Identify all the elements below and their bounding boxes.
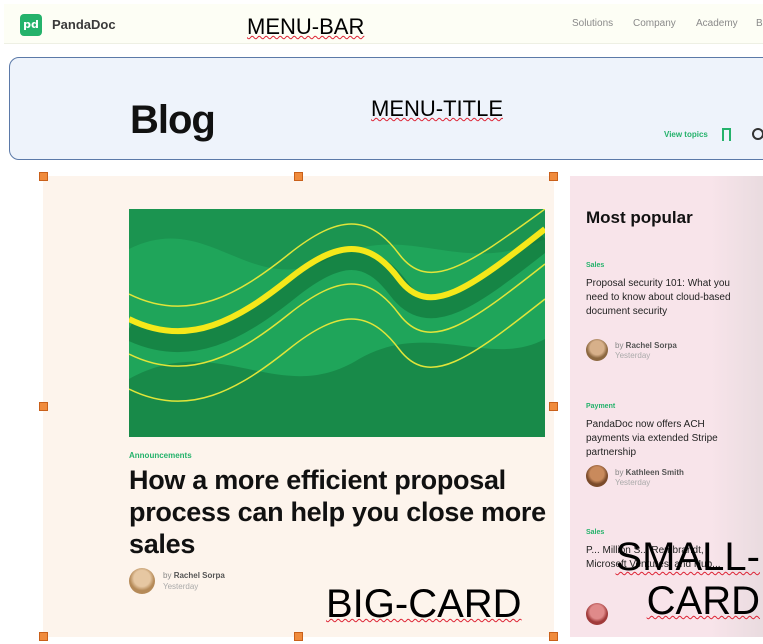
menu-bar: pd PandaDoc Solutions Company Academy Bl <box>4 4 763 44</box>
article-title[interactable]: How a more efficient proposal process ca… <box>129 464 549 560</box>
nav-academy[interactable]: Academy <box>696 18 738 29</box>
small-card-annotation: SMALL- CARD <box>615 535 761 623</box>
resize-handle[interactable] <box>39 402 48 411</box>
article-tag[interactable]: Announcements <box>129 451 192 460</box>
article-date: Yesterday <box>615 351 651 360</box>
menu-title-annotation: MENU-TITLE <box>371 96 503 121</box>
view-topics-link[interactable]: View topics <box>664 130 708 139</box>
popular-item-tag[interactable]: Sales <box>586 262 604 269</box>
featured-article-card[interactable]: Announcements How a more efficient propo… <box>43 176 554 637</box>
page-title: Blog <box>130 98 216 142</box>
nav-blog[interactable]: Bl <box>756 18 763 29</box>
most-popular-title: Most popular <box>586 208 693 227</box>
article-date: Yesterday <box>163 582 199 591</box>
author-byline: by Rachel Sorpa <box>615 341 677 350</box>
resize-handle[interactable] <box>39 632 48 641</box>
author-avatar <box>586 339 608 361</box>
resize-handle[interactable] <box>549 402 558 411</box>
author-avatar <box>586 465 608 487</box>
popular-item-title[interactable]: PandaDoc now offers ACH payments via ext… <box>586 418 746 460</box>
author-byline: by Kathleen Smith <box>615 468 684 477</box>
page: pd PandaDoc Solutions Company Academy Bl… <box>0 0 763 644</box>
resize-handle[interactable] <box>39 172 48 181</box>
popular-item-title[interactable]: Proposal security 101: What you need to … <box>586 277 746 319</box>
big-card-annotation: BIG-CARD <box>326 582 522 626</box>
popular-item-tag[interactable]: Payment <box>586 403 615 410</box>
logo-text[interactable]: PandaDoc <box>52 17 116 32</box>
author-byline: by Rachel Sorpa <box>163 571 225 580</box>
author-avatar <box>129 568 155 594</box>
resize-handle[interactable] <box>549 632 558 641</box>
menu-bar-annotation: MENU-BAR <box>247 14 365 39</box>
bookmark-icon[interactable] <box>722 128 732 146</box>
nav-solutions[interactable]: Solutions <box>572 18 613 29</box>
search-icon[interactable] <box>752 128 763 140</box>
resize-handle[interactable] <box>294 172 303 181</box>
resize-handle[interactable] <box>294 632 303 641</box>
pandadoc-logo-icon[interactable]: pd <box>20 14 42 36</box>
nav-company[interactable]: Company <box>633 18 676 29</box>
resize-handle[interactable] <box>549 172 558 181</box>
article-date: Yesterday <box>615 478 651 487</box>
hero-image <box>129 209 545 437</box>
